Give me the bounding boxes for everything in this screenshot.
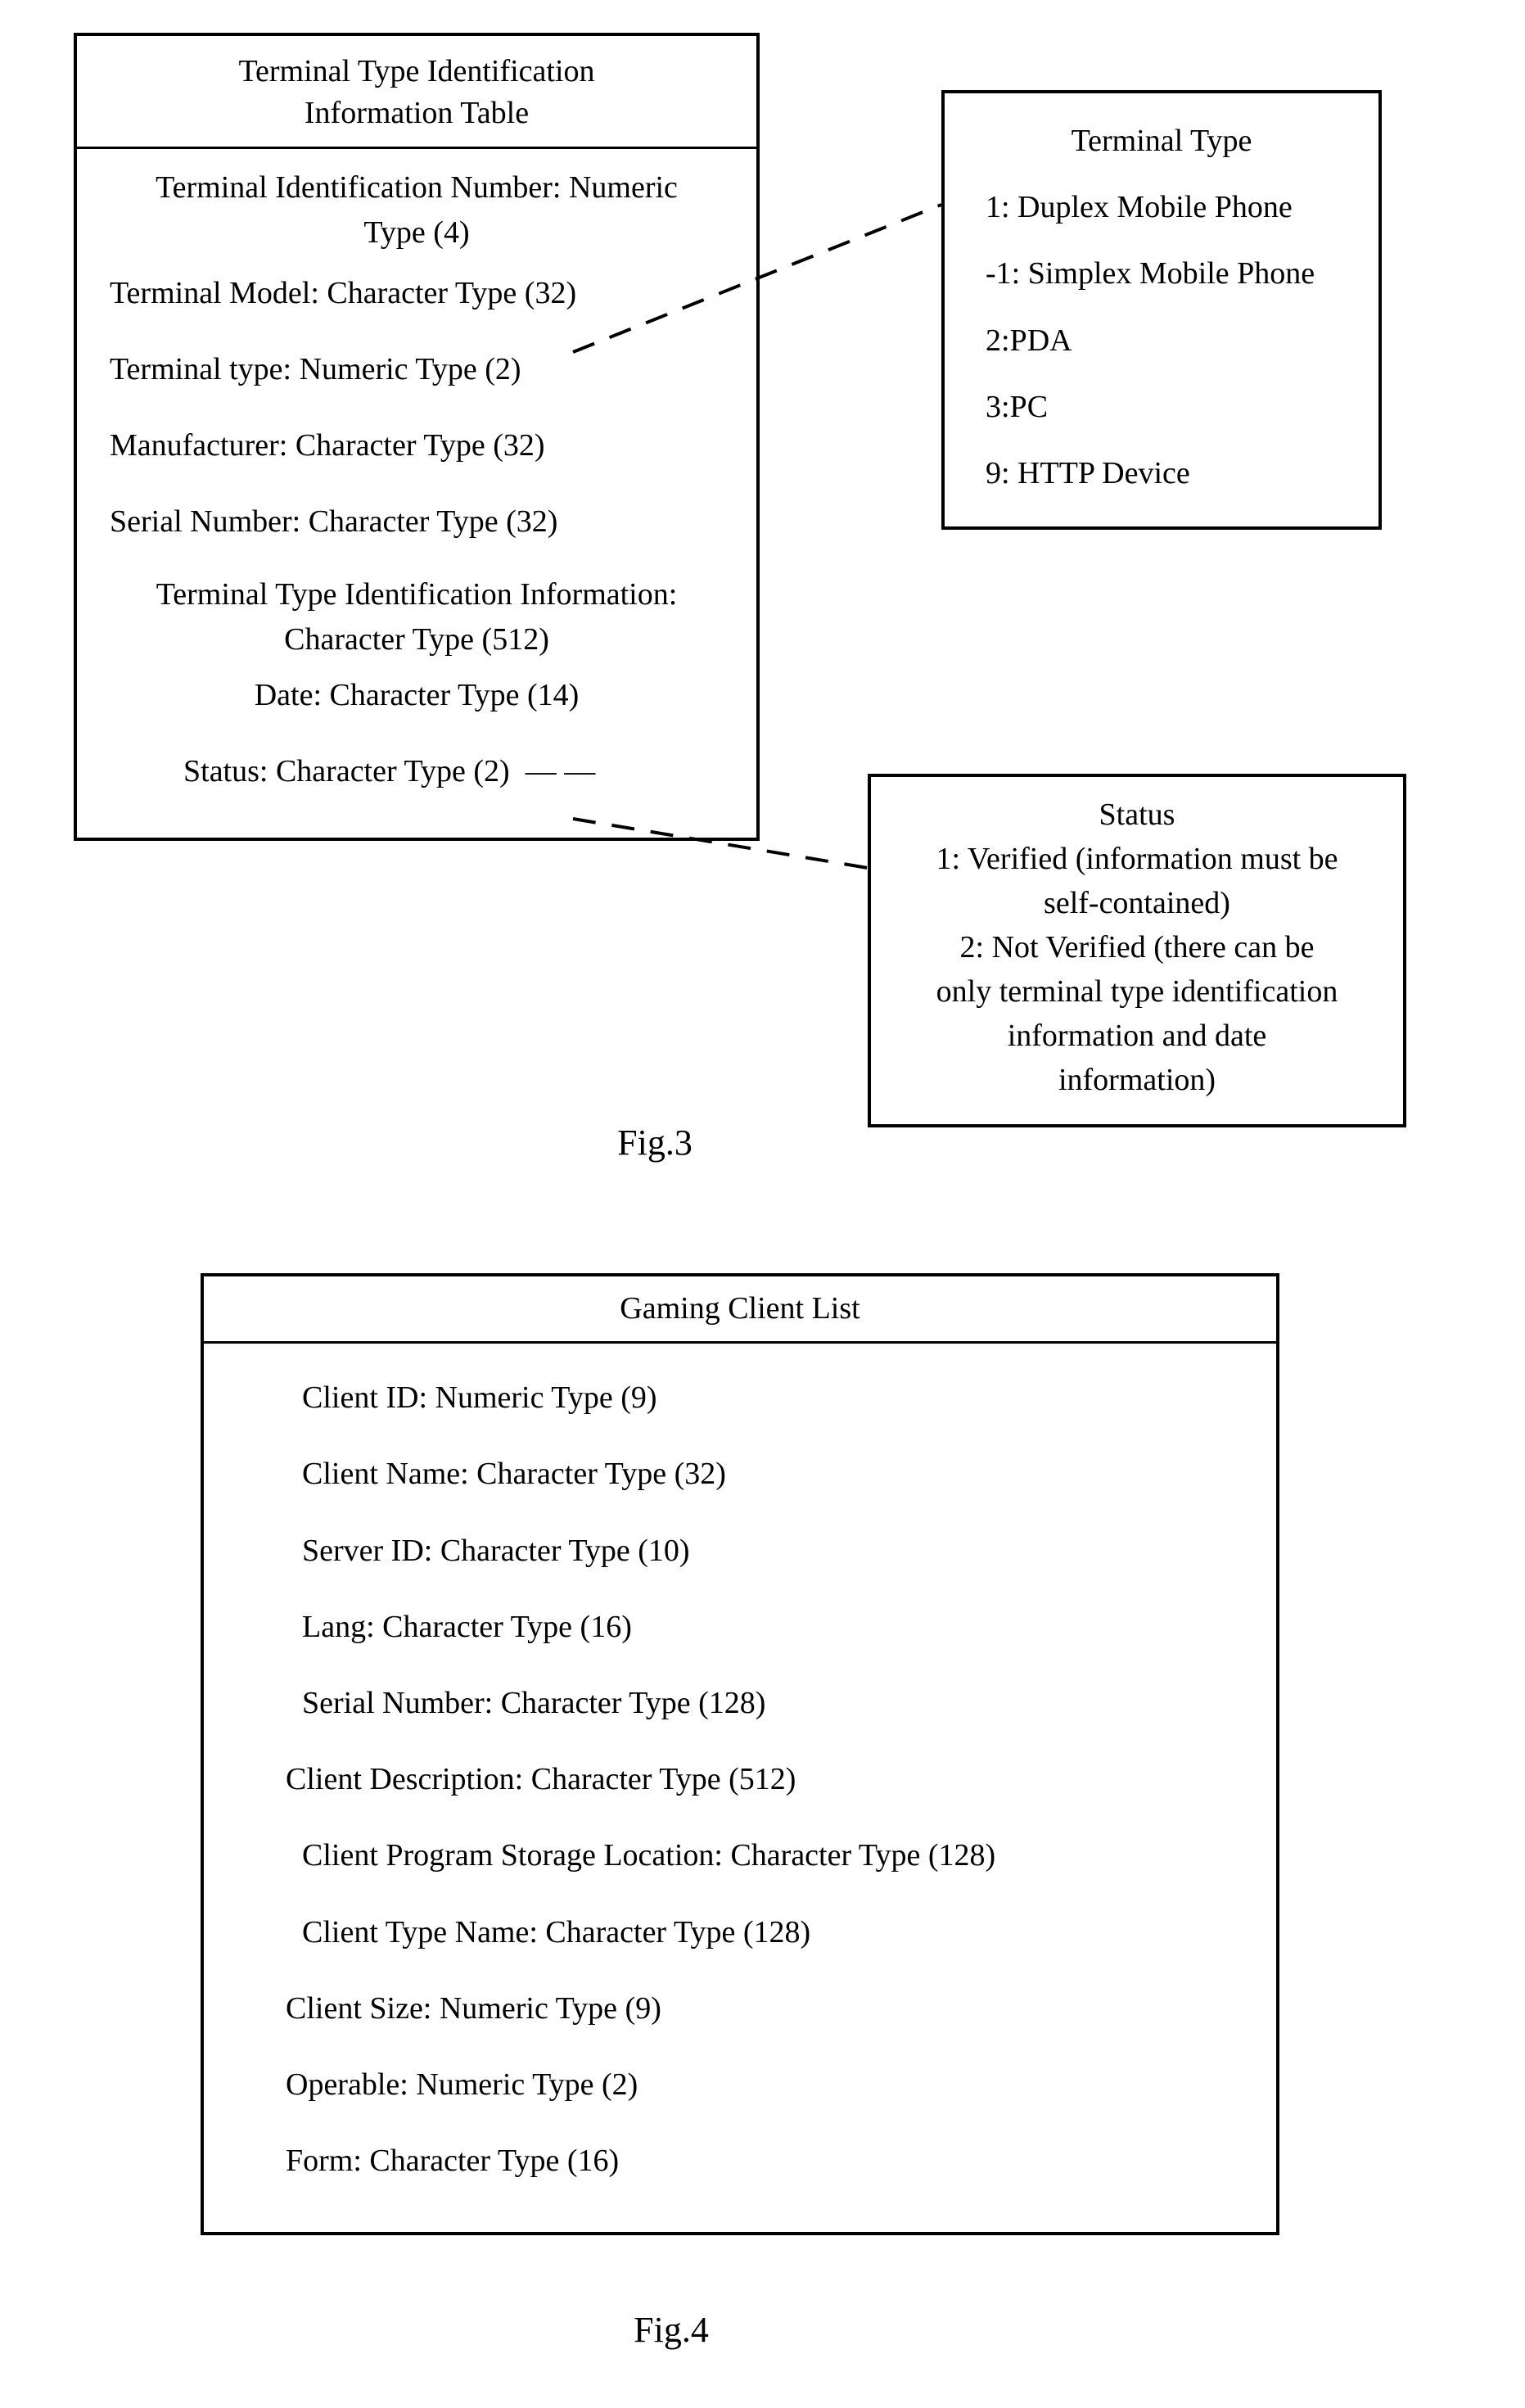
field-row: Client Program Storage Location: Charact… [204,1818,1276,1894]
field-row: Operable: Numeric Type (2) [204,2047,1276,2123]
terminal-type-box: Terminal Type 1: Duplex Mobile Phone -1:… [941,90,1382,530]
status-line: information) [886,1059,1388,1103]
list-item: 9: HTTP Device [945,437,1378,504]
field-row: Client Name: Character Type (32) [204,1436,1276,1512]
field-row: Form: Character Type (16) [204,2123,1276,2199]
field-text: Type (4) [363,215,469,250]
field-row: Manufacturer: Character Type (32) [77,408,756,484]
field-row: Date: Character Type (14) [77,662,756,734]
field-row-status: Status: Character Type (2) — — [77,734,756,818]
field-text: Serial Number: Character Type (128) [302,1686,765,1720]
field-text: Client Description: Character Type (512) [286,1762,796,1796]
field-row: Terminal Model: Character Type (32) [77,255,756,332]
terminal-type-title: Terminal Type [945,111,1378,171]
item-text: 2:PDA [986,323,1072,358]
status-line: 2: Not Verified (there can be [886,926,1388,970]
title-line: Terminal Type Identification [238,54,594,88]
status-box: Status 1: Verified (information must be … [868,774,1406,1127]
status-line: information and date [886,1014,1388,1059]
figure-label: Fig.3 [573,1122,737,1163]
field-text: Lang: Character Type (16) [302,1610,632,1644]
field-text: Client Type Name: Character Type (128) [302,1915,810,1949]
field-text: Client Program Storage Location: Charact… [302,1838,995,1873]
gaming-client-list-title: Gaming Client List [204,1276,1276,1344]
title-text: Status [1099,797,1175,832]
terminal-info-table-title: Terminal Type Identification Information… [77,36,756,149]
field-text: Server ID: Character Type (10) [302,1534,690,1568]
field-text: Terminal type: Numeric Type (2) [110,352,521,386]
field-row: Serial Number: Character Type (128) [204,1665,1276,1742]
title-line: Information Table [305,96,529,130]
terminal-info-table-body: Terminal Identification Number: Numeric … [77,149,756,838]
status-line: 1: Verified (information must be [886,838,1388,882]
field-text: Terminal Model: Character Type (32) [110,276,576,310]
field-text: Status: Character Type (2) [183,754,510,788]
field-text: Terminal Identification Number: Numeric [156,170,678,205]
field-row: Server ID: Character Type (10) [204,1513,1276,1589]
item-text: 3:PC [986,390,1048,424]
field-row: Lang: Character Type (16) [204,1589,1276,1665]
item-text: 9: HTTP Device [986,456,1190,490]
field-row: Client Description: Character Type (512) [204,1742,1276,1818]
list-item: -1: Simplex Mobile Phone [945,237,1378,304]
field-row: Serial Number: Character Type (32) [77,484,756,560]
field-text: Operable: Numeric Type (2) [286,2067,638,2102]
list-item: 1: Duplex Mobile Phone [945,171,1378,237]
field-text: Client Name: Character Type (32) [302,1457,726,1491]
figure-label: Fig.4 [589,2309,753,2351]
field-text: Character Type (512) [284,622,549,657]
status-line: only terminal type identification [886,970,1388,1014]
gaming-client-list-box: Gaming Client List Client ID: Numeric Ty… [201,1273,1279,2235]
title-text: Gaming Client List [620,1291,860,1326]
field-row: Client Type Name: Character Type (128) [204,1895,1276,1971]
status-title: Status [886,793,1388,838]
field-row: Client Size: Numeric Type (9) [204,1971,1276,2047]
status-line: self-contained) [886,882,1388,926]
item-text: -1: Simplex Mobile Phone [986,256,1315,291]
field-row: Terminal Identification Number: Numeric … [77,160,756,255]
terminal-info-table-box: Terminal Type Identification Information… [74,33,760,841]
field-text: Client ID: Numeric Type (9) [302,1380,657,1415]
item-text: 1: Duplex Mobile Phone [986,190,1293,224]
field-row: Terminal Type Identification Information… [77,561,756,662]
field-text: Terminal Type Identification Information… [156,577,678,612]
title-text: Terminal Type [1072,124,1252,158]
field-text: Client Size: Numeric Type (9) [286,1991,661,2026]
field-text: Form: Character Type (16) [286,2144,619,2178]
field-row: Client ID: Numeric Type (9) [204,1360,1276,1436]
field-text: Manufacturer: Character Type (32) [110,428,545,463]
field-text: Serial Number: Character Type (32) [110,504,557,539]
list-item: 2:PDA [945,305,1378,371]
list-item: 3:PC [945,371,1378,437]
field-text: Date: Character Type (14) [255,678,580,712]
field-row-terminal-type: Terminal type: Numeric Type (2) [77,332,756,408]
dash-lead: — — [517,754,595,788]
